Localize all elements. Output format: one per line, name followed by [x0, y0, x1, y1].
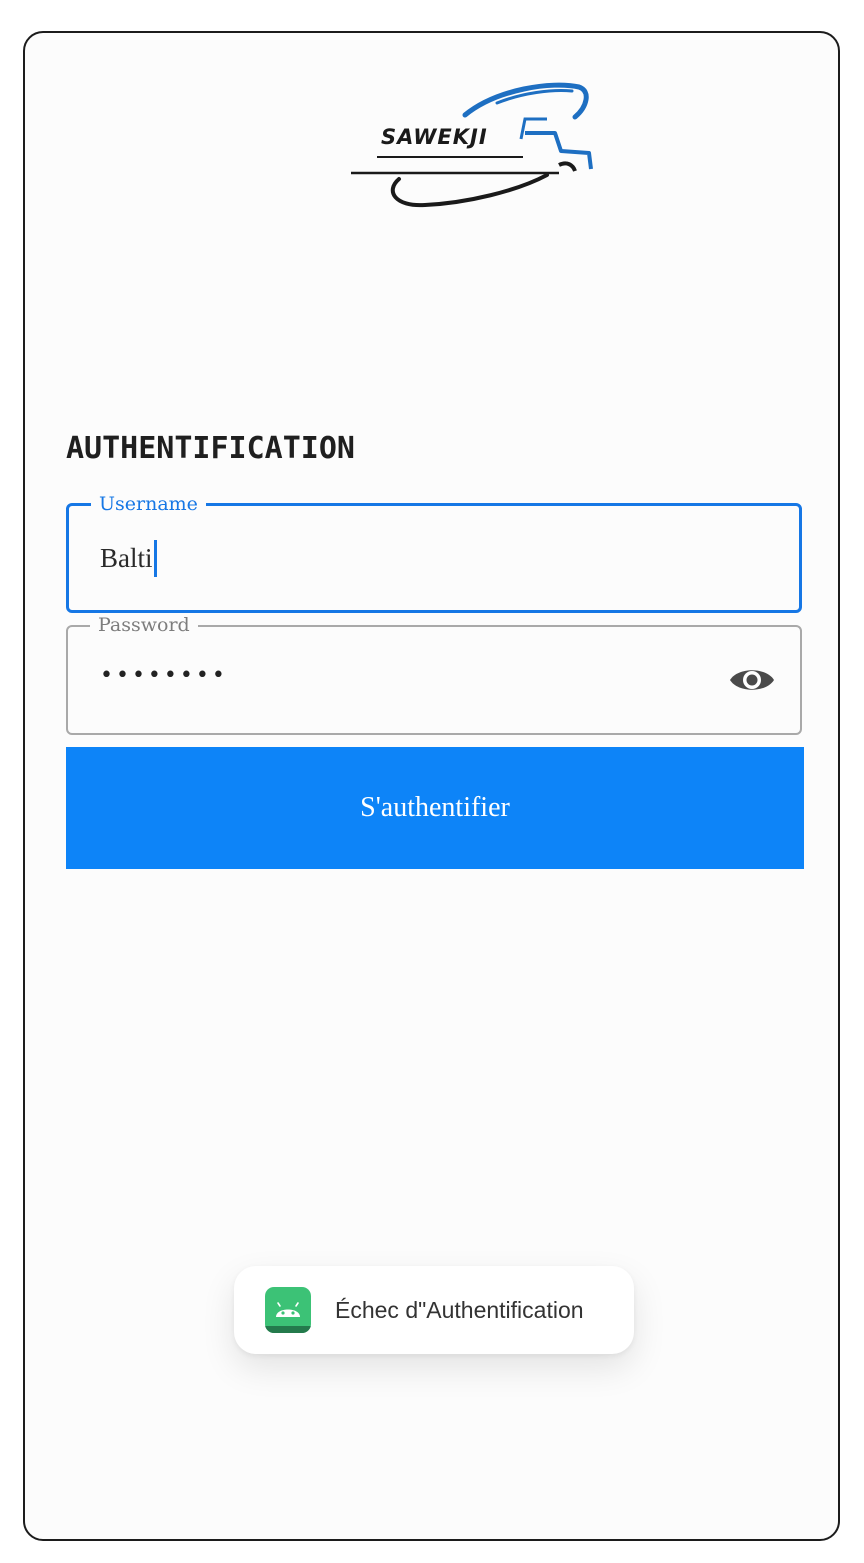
login-button[interactable]: S'authentifier — [66, 747, 804, 869]
toast-notification: Échec d"Authentification — [234, 1266, 634, 1354]
sawekji-logo: SAWEKJI — [347, 79, 597, 214]
username-value: Balti — [100, 543, 153, 573]
logo-text: SAWEKJI — [381, 125, 488, 149]
username-field[interactable]: Username Balti — [66, 492, 802, 613]
username-input[interactable]: Balti — [100, 540, 157, 577]
password-label: Password — [90, 613, 198, 637]
page-title: AUTHENTIFICATION — [66, 431, 355, 466]
eye-icon[interactable] — [728, 663, 776, 697]
password-field[interactable]: Password •••••••• — [66, 613, 802, 735]
app-screen: SAWEKJI AUTHENTIFICATION Username Balti … — [23, 31, 840, 1541]
android-icon — [265, 1287, 311, 1333]
username-label: Username — [91, 492, 206, 516]
text-cursor — [153, 540, 157, 577]
password-input[interactable]: •••••••• — [100, 663, 228, 688]
toast-message: Échec d"Authentification — [335, 1296, 584, 1323]
